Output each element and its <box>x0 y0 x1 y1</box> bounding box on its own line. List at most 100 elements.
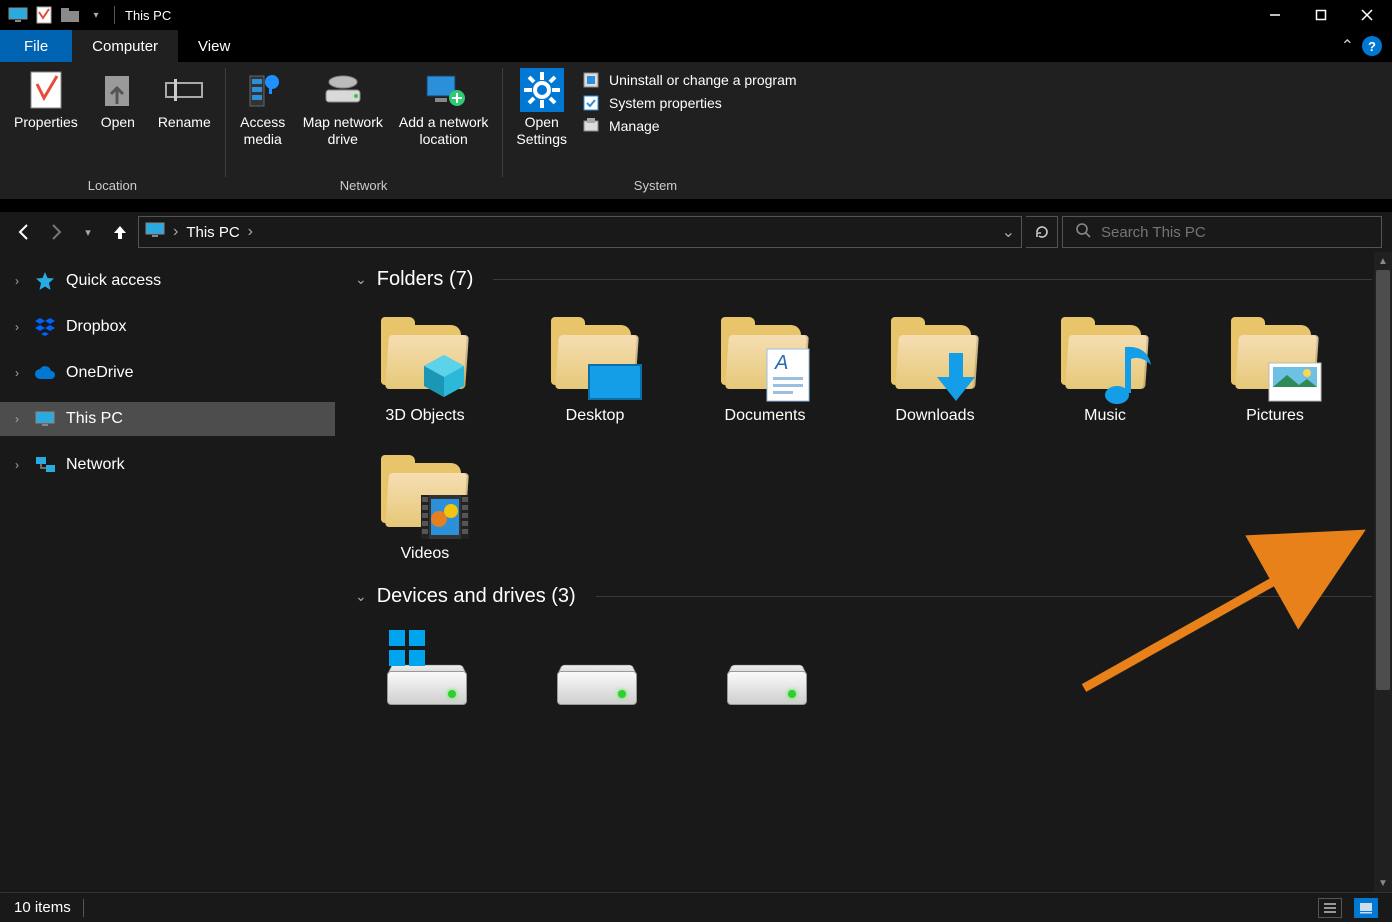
system-properties-label: System properties <box>609 95 722 111</box>
group-header-drives[interactable]: ⌄ Devices and drives (3) <box>355 585 1372 608</box>
quick-access-toolbar: ▾ <box>6 4 108 26</box>
group-title: Folders (7) <box>377 268 474 291</box>
open-settings-button[interactable]: Open Settings <box>510 68 573 176</box>
rename-icon <box>164 70 204 110</box>
manage-label: Manage <box>609 118 660 134</box>
uninstall-label: Uninstall or change a program <box>609 72 797 88</box>
collapse-ribbon-icon[interactable]: ⌃ <box>1341 36 1354 56</box>
divider <box>114 6 115 24</box>
title-bar: ▾ This PC <box>0 0 1392 30</box>
back-button[interactable] <box>10 218 38 246</box>
uninstall-programs-button[interactable]: Uninstall or change a program <box>581 70 797 90</box>
manage-button[interactable]: Manage <box>581 116 797 136</box>
scrollbar-thumb[interactable] <box>1376 270 1390 690</box>
scroll-up-icon[interactable]: ▲ <box>1374 252 1392 270</box>
tree-label: Network <box>66 456 125 474</box>
chevron-right-icon[interactable]: › <box>10 366 24 380</box>
add-network-location-button[interactable]: Add a network location <box>393 68 495 176</box>
maximize-button[interactable] <box>1298 0 1344 30</box>
tree-this-pc[interactable]: › This PC <box>0 402 335 436</box>
add-network-location-icon <box>421 70 467 110</box>
folder-documents[interactable]: A Documents <box>695 301 835 429</box>
tree-onedrive[interactable]: › OneDrive <box>0 356 335 390</box>
vertical-scrollbar[interactable]: ▲ ▼ <box>1374 252 1392 892</box>
drive-item-2[interactable] <box>525 618 665 722</box>
tree-network[interactable]: › Network <box>0 448 335 482</box>
ribbon-group-system: Open Settings Uninstall or change a prog… <box>502 62 808 199</box>
folder-icon <box>377 305 473 401</box>
open-label: Open <box>101 114 135 131</box>
search-input[interactable] <box>1101 224 1369 241</box>
access-media-button[interactable]: Access media <box>233 68 293 176</box>
window-title: This PC <box>125 8 171 23</box>
properties-button[interactable]: Properties <box>8 68 84 176</box>
access-media-label: Access media <box>240 114 285 148</box>
new-folder-qat-icon[interactable] <box>58 4 82 26</box>
folder-icon <box>1057 305 1153 401</box>
system-properties-button[interactable]: System properties <box>581 93 797 113</box>
system-commands-stack: Uninstall or change a program System pro… <box>577 68 801 176</box>
tile-label: Videos <box>401 545 450 563</box>
group-header-folders[interactable]: ⌄ Folders (7) <box>355 268 1372 291</box>
tree-label: This PC <box>66 410 123 428</box>
folder-downloads[interactable]: Downloads <box>865 301 1005 429</box>
content-pane: ⌄ Folders (7) 3D Objects Desktop <box>335 252 1392 892</box>
help-icon[interactable]: ? <box>1362 36 1382 56</box>
tree-dropbox[interactable]: › Dropbox <box>0 310 335 344</box>
folder-icon <box>547 305 643 401</box>
scroll-down-icon[interactable]: ▼ <box>1374 874 1392 892</box>
open-button[interactable]: Open <box>88 68 148 176</box>
drive-item-1[interactable] <box>355 618 495 722</box>
ribbon-group-location: Properties Open Rename Location <box>0 62 225 199</box>
ribbon-tabs: File Computer View ⌃ ? <box>0 30 1392 62</box>
chevron-right-icon[interactable]: › <box>10 412 24 426</box>
folder-desktop[interactable]: Desktop <box>525 301 665 429</box>
up-button[interactable] <box>106 218 134 246</box>
chevron-down-icon[interactable]: ⌄ <box>355 588 367 605</box>
properties-icon <box>29 70 63 110</box>
chevron-right-icon[interactable]: › <box>173 223 178 241</box>
qat-dropdown-icon[interactable]: ▾ <box>84 4 108 26</box>
tile-label: 3D Objects <box>385 407 464 425</box>
chevron-right-icon[interactable]: › <box>248 223 253 241</box>
chevron-right-icon[interactable]: › <box>10 458 24 472</box>
tab-computer[interactable]: Computer <box>72 30 178 62</box>
folder-icon <box>377 443 473 539</box>
tree-quick-access[interactable]: › Quick access <box>0 264 335 298</box>
chevron-right-icon[interactable]: › <box>10 320 24 334</box>
forward-button[interactable] <box>42 218 70 246</box>
access-media-icon <box>244 70 282 110</box>
search-icon <box>1075 222 1091 243</box>
ribbon: Properties Open Rename Location <box>0 62 1392 200</box>
tab-view[interactable]: View <box>178 30 250 62</box>
tab-file[interactable]: File <box>0 30 72 62</box>
map-network-drive-button[interactable]: Map network drive <box>297 68 389 176</box>
details-view-button[interactable] <box>1318 898 1342 918</box>
recent-locations-button[interactable]: ▾ <box>74 218 102 246</box>
refresh-button[interactable] <box>1026 216 1058 248</box>
search-box[interactable] <box>1062 216 1382 248</box>
drive-icon <box>547 622 643 718</box>
address-bar[interactable]: › This PC › ⌄ <box>138 216 1022 248</box>
large-icons-view-button[interactable] <box>1354 898 1378 918</box>
drives-grid <box>355 618 1372 722</box>
breadcrumb-this-pc[interactable]: This PC <box>186 224 239 241</box>
dropbox-icon <box>34 316 56 338</box>
close-button[interactable] <box>1344 0 1390 30</box>
folder-pictures[interactable]: Pictures <box>1205 301 1345 429</box>
drive-item-3[interactable] <box>695 618 835 722</box>
folder-music[interactable]: Music <box>1035 301 1175 429</box>
cloud-icon <box>34 362 56 384</box>
address-dropdown-icon[interactable]: ⌄ <box>1002 222 1015 242</box>
properties-qat-icon[interactable] <box>32 4 56 26</box>
minimize-button[interactable] <box>1252 0 1298 30</box>
rename-button[interactable]: Rename <box>152 68 217 176</box>
star-icon <box>34 270 56 292</box>
folder-3d-objects[interactable]: 3D Objects <box>355 301 495 429</box>
tree-label: Quick access <box>66 272 161 290</box>
chevron-right-icon[interactable]: › <box>10 274 24 288</box>
folder-videos[interactable]: Videos <box>355 439 495 567</box>
chevron-down-icon[interactable]: ⌄ <box>355 271 367 288</box>
manage-icon <box>581 116 601 136</box>
open-settings-label: Open Settings <box>516 114 567 148</box>
